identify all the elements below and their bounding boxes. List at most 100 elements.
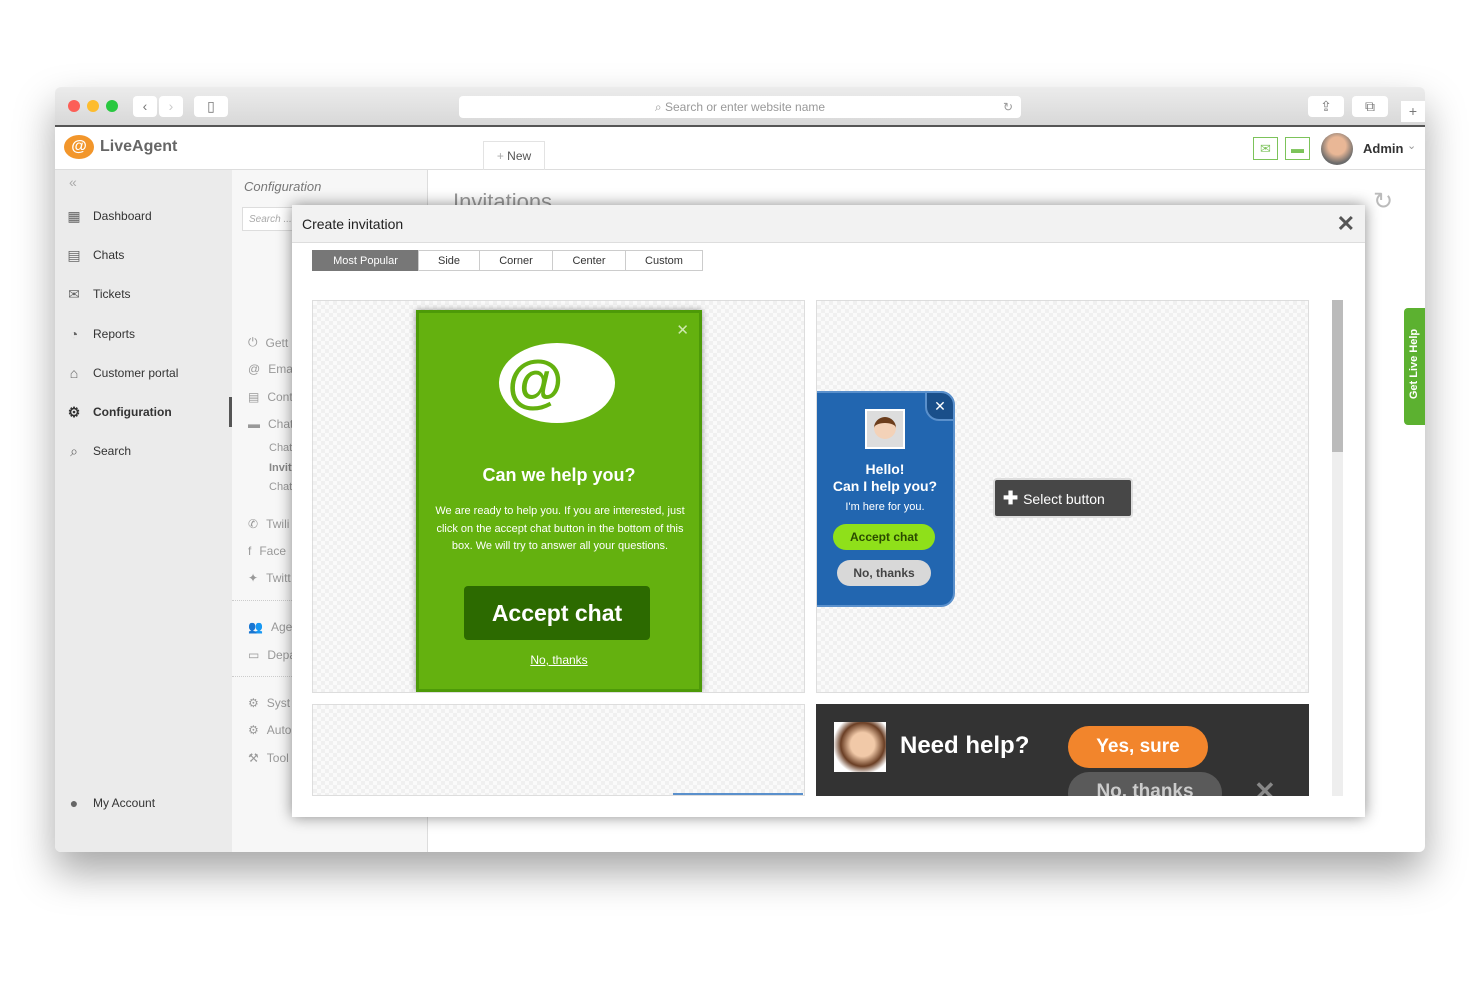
create-invitation-modal: Create invitation ✕ Most Popular Side Co… (292, 205, 1365, 817)
power-icon: ⏻ (248, 335, 258, 349)
config-item[interactable]: Face (259, 544, 286, 558)
plus-icon: + (496, 149, 508, 163)
logo-icon: @ (64, 135, 94, 159)
green-heading: Can we help you? (482, 465, 636, 485)
sidebar-item-customer-portal[interactable]: ⌂ Customer portal (65, 363, 179, 383)
agents-icon: 👥 (248, 620, 263, 634)
sidebar-toggle-icon[interactable]: ▯ (194, 96, 228, 117)
tab-center[interactable]: Center (552, 250, 626, 271)
scrollbar[interactable] (1332, 300, 1343, 796)
browser-window: ‹ › ▯ ⌕ Search or enter website name ↻ ⇪ … (55, 87, 1425, 852)
config-subitem-active[interactable]: Invit (269, 462, 292, 474)
config-item[interactable]: Cont (267, 390, 292, 404)
app-header: @ LiveAgent + New ✉ ▬ Admin ⌄ (55, 127, 1425, 170)
invitation-template-blue[interactable]: ✕ Hello! Can I help you? I'm here for yo… (816, 300, 1309, 693)
select-button[interactable]: ✚ Select button (993, 478, 1133, 518)
config-item[interactable]: Tool (267, 751, 289, 765)
back-button[interactable]: ‹ (133, 96, 157, 117)
refresh-icon[interactable]: ↻ (1373, 187, 1393, 216)
template-preview-edge (673, 793, 803, 795)
config-item[interactable]: Syst (267, 696, 290, 710)
chevron-down-icon[interactable]: ⌄ (1407, 139, 1416, 152)
sidebar: « ▦ Dashboard ▤ Chats ✉ Tickets ◔ Reports ⌂ C… (55, 170, 232, 852)
dashboard-icon: ▦ (67, 208, 81, 224)
accept-chat-button[interactable]: Accept chat (464, 586, 650, 640)
close-icon[interactable]: ✕ (1337, 211, 1355, 237)
user-name[interactable]: Admin (1363, 141, 1403, 156)
config-subitem[interactable]: Chat (269, 481, 292, 493)
invitation-template-green[interactable]: ✕ @ Can we help you? We are ready to hel… (312, 300, 805, 693)
close-icon[interactable]: ✕ (925, 391, 955, 421)
search-icon: ⌕ (70, 443, 78, 459)
accept-chat-button[interactable]: Accept chat (833, 524, 935, 550)
config-item[interactable]: Ema (268, 362, 293, 376)
invitation-template[interactable] (312, 704, 805, 796)
tabs-icon[interactable]: ⧉ (1352, 96, 1388, 117)
close-icon[interactable]: ✕ (1254, 776, 1276, 796)
modal-header: Create invitation (292, 205, 1365, 243)
yes-sure-button[interactable]: Yes, sure (1068, 726, 1208, 768)
gear-icon: ⚙ (248, 696, 259, 710)
gear-icon: ⚙ (67, 404, 81, 420)
browser-toolbar: ‹ › ▯ ⌕ Search or enter website name ↻ ⇪ … (55, 87, 1425, 127)
sidebar-item-reports[interactable]: ◔ Reports (65, 324, 135, 344)
green-body: We are ready to help you. If you are int… (435, 505, 685, 552)
close-icon[interactable]: ✕ (676, 321, 689, 339)
logo-text: LiveAgent (100, 138, 178, 155)
close-window-button[interactable] (68, 100, 80, 112)
share-icon[interactable]: ⇪ (1308, 96, 1344, 117)
maximize-window-button[interactable] (106, 100, 118, 112)
sidebar-item-dashboard[interactable]: ▦ Dashboard (65, 206, 151, 226)
at-icon: @ (248, 362, 261, 376)
agent-avatar (865, 409, 905, 449)
twitter-icon: ✦ (248, 571, 259, 585)
minimize-window-button[interactable] (87, 100, 99, 112)
tools-icon: ⚒ (248, 751, 259, 765)
reload-icon[interactable]: ↻ (1003, 96, 1013, 118)
config-item[interactable]: Gett (266, 336, 289, 350)
chat-status-icon[interactable]: ▬ (1285, 137, 1310, 160)
tab-custom[interactable]: Custom (625, 250, 703, 271)
sidebar-item-chats[interactable]: ▤ Chats (65, 245, 124, 265)
plus-icon: ✚ (1003, 488, 1024, 508)
avatar[interactable] (1321, 133, 1353, 165)
sidebar-item-search[interactable]: ⌕ Search (65, 441, 131, 461)
url-bar[interactable]: ⌕ Search or enter website name ↻ (459, 96, 1021, 118)
invitation-template-dark[interactable]: Need help? Yes, sure No, thanks ✕ (816, 704, 1309, 796)
sidebar-item-my-account[interactable]: ● My Account (65, 793, 155, 813)
config-item[interactable]: Twitt (266, 571, 291, 585)
forward-button[interactable]: › (159, 96, 183, 117)
config-item[interactable]: Chat (268, 417, 293, 431)
tab-side[interactable]: Side (418, 250, 480, 271)
blue-question: Can I help you? (832, 478, 938, 494)
folder-icon: ▭ (248, 648, 260, 662)
chat-icon: ▤ (67, 247, 81, 263)
new-tab-button[interactable]: + (1401, 101, 1425, 122)
config-item[interactable]: Twili (266, 517, 289, 531)
new-button[interactable]: + New (483, 141, 545, 170)
phone-icon: ✆ (248, 517, 259, 531)
tab-corner[interactable]: Corner (479, 250, 553, 271)
envelope-icon: ✉ (68, 286, 80, 302)
collapse-icon[interactable]: « (69, 174, 77, 190)
modal-title: Create invitation (302, 216, 404, 232)
no-thanks-button[interactable]: No, thanks (837, 560, 931, 586)
scrollbar-thumb[interactable] (1332, 300, 1343, 452)
config-title: Configuration (244, 179, 322, 194)
email-icon[interactable]: ✉ (1253, 137, 1278, 160)
no-thanks-link[interactable]: No, thanks (419, 653, 699, 667)
sidebar-item-configuration[interactable]: ⚙ Configuration (65, 402, 172, 422)
user-icon: ● (69, 795, 79, 811)
get-live-help-tab[interactable]: Get Live Help (1404, 308, 1425, 425)
config-subitem[interactable]: Chat (269, 442, 292, 454)
blue-subtext: I'm here for you. (845, 501, 925, 513)
form-icon: ▤ (248, 390, 260, 404)
agent-photo (834, 722, 886, 772)
tab-most-popular[interactable]: Most Popular (312, 250, 419, 271)
gears-icon: ⚙ (248, 723, 259, 737)
search-icon: ⌕ (654, 100, 665, 114)
no-thanks-button[interactable]: No, thanks (1068, 772, 1222, 796)
sidebar-item-tickets[interactable]: ✉ Tickets (65, 284, 130, 304)
config-item[interactable]: Auto (267, 723, 292, 737)
pie-chart-icon: ◔ (69, 326, 79, 342)
